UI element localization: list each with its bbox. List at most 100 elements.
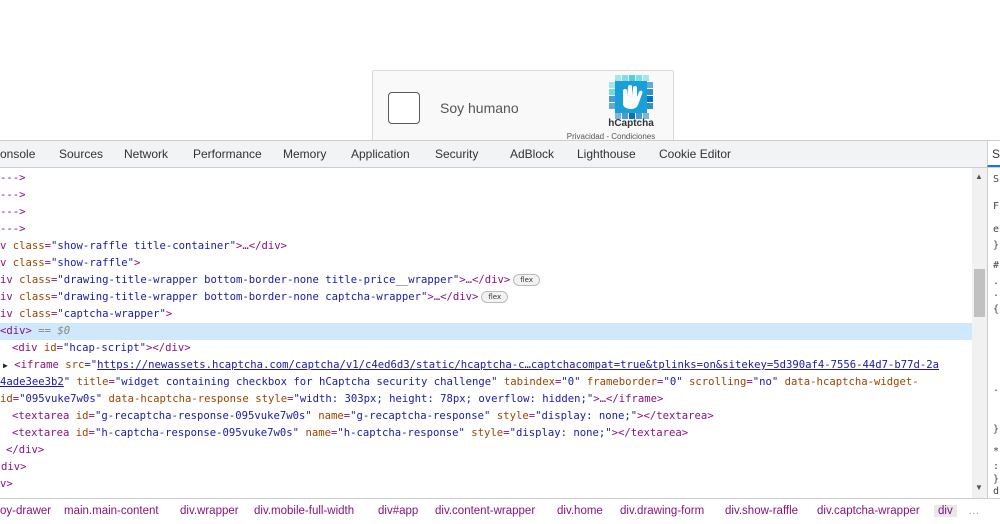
tab-console[interactable]: onsole	[0, 141, 35, 167]
comment-text: --->	[0, 172, 26, 184]
privacy-link[interactable]: Privacidad	[567, 132, 604, 140]
breadcrumb-item[interactable]: div.drawing-form	[620, 505, 704, 517]
styles-char: {	[993, 304, 1000, 315]
tab-memory[interactable]: Memory	[283, 141, 326, 167]
dom-line[interactable]: id="095vuke7w0s" data-hcaptcha-response …	[0, 391, 972, 408]
attr-name: tabindex	[503, 376, 555, 388]
attr-value: "drawing-title-wrapper bottom-border-non…	[57, 274, 460, 286]
tab-performance[interactable]: Performance	[193, 141, 262, 167]
breadcrumb-item[interactable]: div.mobile-full-width	[254, 505, 354, 517]
attr-name: title	[76, 376, 109, 388]
dom-line[interactable]: <textarea id="g-recaptcha-response-095vu…	[0, 408, 972, 425]
attr-value: "display: none;"	[509, 427, 612, 439]
tag-text: >…</div>	[236, 240, 288, 252]
dom-line[interactable]: iv class="drawing-title-wrapper bottom-b…	[0, 289, 972, 306]
attr-value: "display: none;"	[535, 410, 638, 422]
tab-lighthouse[interactable]: Lighthouse	[577, 141, 636, 167]
attr-value: "captcha-wrapper"	[57, 308, 166, 320]
flex-badge[interactable]: flex	[513, 274, 541, 286]
styles-char: .	[993, 288, 1000, 299]
comment-text: --->	[0, 223, 26, 235]
dom-line[interactable]: <textarea id="h-captcha-response-095vuke…	[0, 425, 972, 442]
attr-value: "width: 303px; height: 78px; overflow: h…	[293, 393, 594, 405]
attr-name: scrolling	[688, 376, 747, 388]
tag-text: >…</div>	[459, 274, 511, 286]
styles-char: .	[993, 276, 1000, 287]
attr-name: id	[43, 342, 57, 354]
scroll-thumb[interactable]	[974, 269, 985, 317]
expand-triangle-icon[interactable]: ▶	[3, 361, 8, 370]
styles-char: *	[993, 446, 1000, 457]
dom-line[interactable]: --->	[0, 187, 972, 204]
dom-line[interactable]: v class="show-raffle title-container">…<…	[0, 238, 972, 255]
comment-text: --->	[0, 206, 26, 218]
tab-network[interactable]: Network	[124, 141, 168, 167]
attr-value: "h-captcha-response"	[337, 427, 465, 439]
styles-char: :	[993, 461, 1000, 472]
attr-quote: "	[63, 376, 71, 388]
styles-char: e	[993, 224, 1000, 235]
attr-name: style	[255, 393, 288, 405]
dom-line[interactable]: --->	[0, 170, 972, 187]
page-viewport: Soy humano hCaptcha Privacidad - Condici…	[0, 0, 1000, 140]
attr-value: "widget containing checkbox for hCaptcha…	[114, 376, 498, 388]
dom-line[interactable]: div>	[0, 459, 972, 476]
breadcrumb-item[interactable]: div.wrapper	[180, 505, 239, 517]
attr-value: "no"	[752, 376, 779, 388]
tag-text: v	[0, 240, 13, 252]
dom-line[interactable]: --->	[0, 221, 972, 238]
dom-line-selected[interactable]: <div> == $0	[0, 323, 972, 340]
attr-name: class	[12, 257, 45, 269]
attr-name: id	[75, 410, 89, 422]
scroll-up-icon[interactable]: ▲	[975, 172, 983, 181]
captcha-checkbox[interactable]	[388, 92, 420, 124]
attr-value: "0"	[663, 376, 683, 388]
tag-text: </div>	[6, 444, 45, 456]
breadcrumb-item[interactable]: div.captcha-wrapper	[817, 505, 920, 517]
tag-text: <iframe	[14, 359, 66, 371]
dom-line[interactable]: v class="show-raffle">	[0, 255, 972, 272]
styles-char: #	[993, 260, 1000, 271]
dom-line[interactable]: iv class="drawing-title-wrapper bottom-b…	[0, 272, 972, 289]
dom-line[interactable]: iv class="captcha-wrapper">	[0, 306, 972, 323]
attr-name: frameborder	[586, 376, 658, 388]
styles-char: }	[993, 474, 1000, 485]
dom-line[interactable]: 4ade3ee3b2" title="widget containing che…	[0, 374, 972, 391]
scroll-down-icon[interactable]: ▼	[975, 483, 983, 492]
tab-adblock[interactable]: AdBlock	[510, 141, 554, 167]
breadcrumb-item-current[interactable]: div	[934, 505, 957, 517]
breadcrumb-item[interactable]: div.content-wrapper	[435, 505, 535, 517]
tab-security[interactable]: Security	[435, 141, 478, 167]
flex-badge[interactable]: flex	[481, 291, 509, 303]
breadcrumb-item[interactable]: div#app	[378, 505, 418, 517]
tab-application[interactable]: Application	[351, 141, 410, 167]
dom-line[interactable]: <div id="hcap-script"></div>	[0, 340, 972, 357]
breadcrumb-item[interactable]: div.home	[557, 505, 603, 517]
tab-sources[interactable]: Sources	[59, 141, 103, 167]
breadcrumb-item[interactable]: main.main-content	[64, 505, 159, 517]
iframe-src-link[interactable]: 4ade3ee3b2	[0, 376, 64, 388]
attr-name: src	[65, 359, 85, 371]
dom-line[interactable]: --->	[0, 204, 972, 221]
styles-pane: S F e } # . . { . } * : } d	[987, 168, 1000, 498]
devtools-tabbar: onsole Sources Network Performance Memor…	[0, 141, 1000, 168]
tab-styles[interactable]: S	[987, 141, 1000, 167]
dom-line[interactable]: </div>	[0, 442, 972, 459]
attr-value: "h-captcha-response-095vuke7w0s"	[94, 427, 300, 439]
attr-name: style	[471, 427, 504, 439]
dom-line[interactable]: v>	[0, 476, 972, 493]
breadcrumb-more[interactable]: …	[968, 505, 980, 517]
terms-link[interactable]: Condiciones	[611, 132, 655, 140]
iframe-src-link[interactable]: https://newassets.hcaptcha.com/captcha/v…	[97, 359, 939, 371]
breadcrumb-item[interactable]: div.show-raffle	[725, 505, 798, 517]
attr-name: id	[0, 393, 13, 405]
attr-name: class	[19, 291, 52, 303]
breadcrumb-item[interactable]: oy-drawer	[0, 505, 51, 517]
dom-line[interactable]: ▶ <iframe src="https://newassets.hcaptch…	[0, 357, 972, 374]
styles-char: .	[993, 383, 1000, 394]
tab-cookie-editor[interactable]: Cookie Editor	[659, 141, 731, 167]
selected-marker: == $0	[31, 325, 71, 337]
elements-scrollbar[interactable]: ▲ ▼	[972, 168, 987, 498]
tag-text: div>	[1, 461, 27, 473]
styles-char: }	[993, 424, 1000, 435]
